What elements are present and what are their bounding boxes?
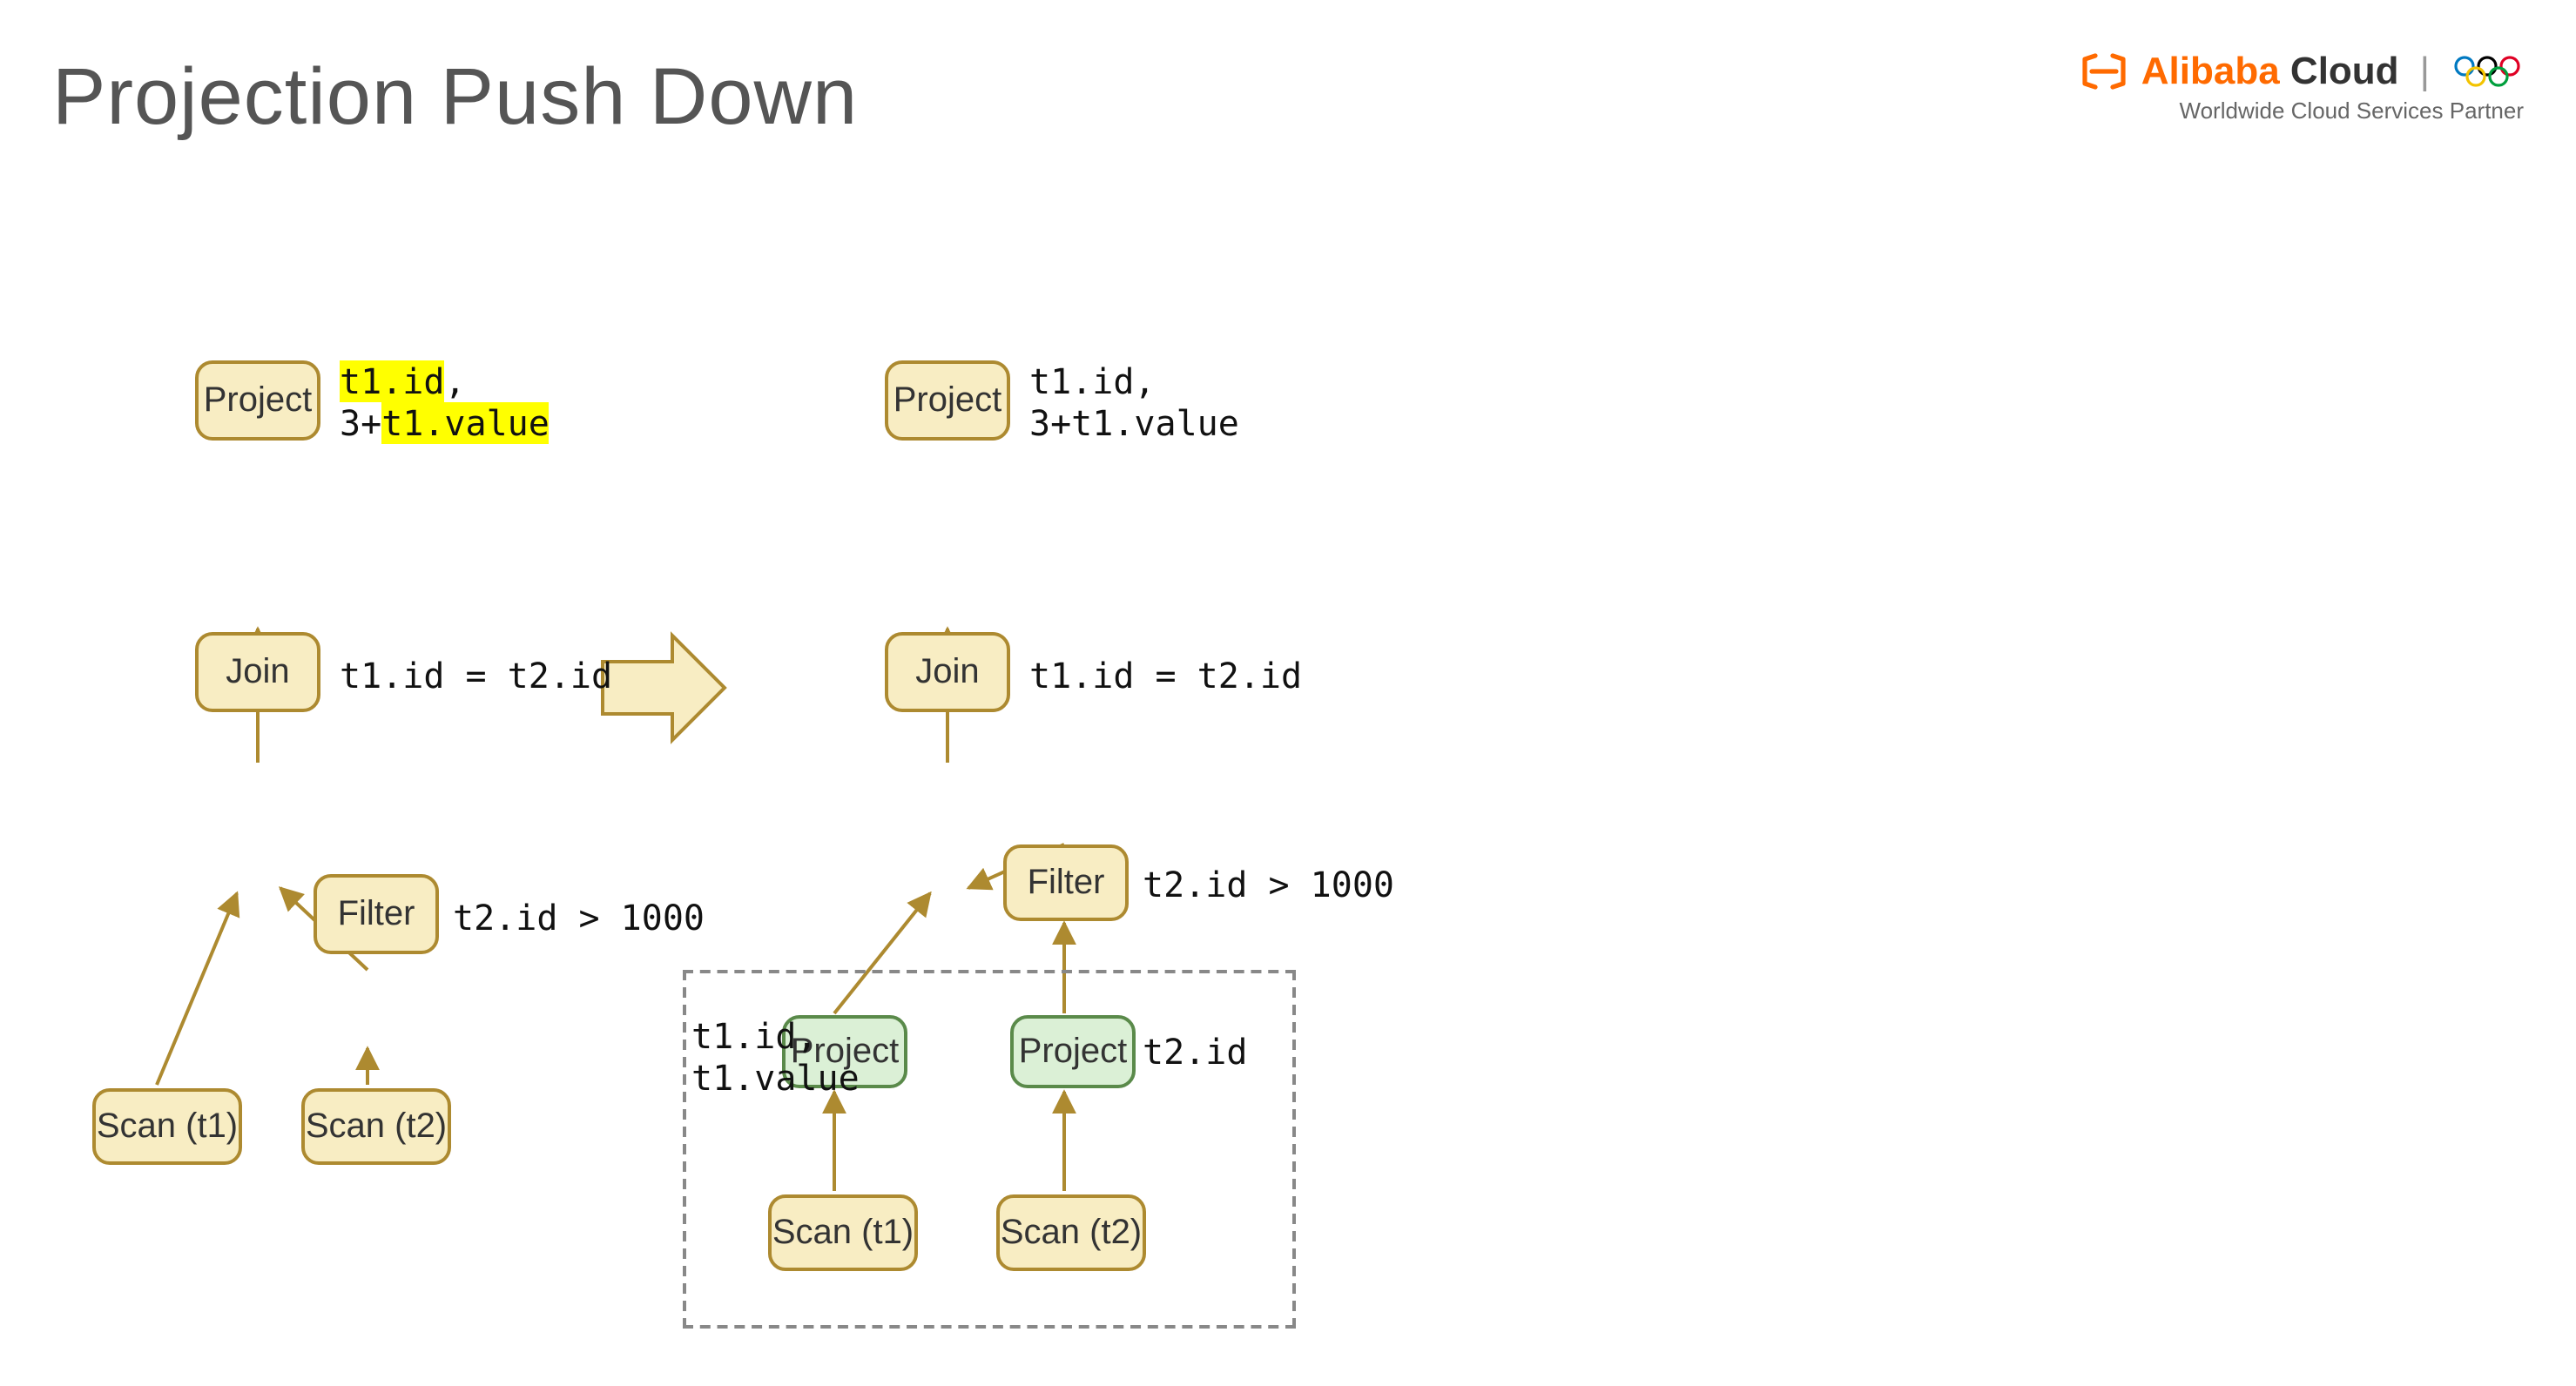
olympic-rings-icon [2451,52,2524,91]
annot-left-filter: t2.id > 1000 [453,897,705,939]
annot-left-project-hl1: t1.id [340,360,444,402]
brand-name: Alibaba Cloud [2141,49,2399,94]
annot-right-project-t2: t2.id [1143,1031,1247,1073]
brand-name-prefix: Alibaba [2141,49,2280,92]
brand-tagline: Worldwide Cloud Services Partner [2082,98,2524,124]
brand-name-suffix: Cloud [2280,49,2399,92]
node-left-scan-t1: Scan (t1) [92,1088,242,1165]
node-right-scan-t2: Scan (t2) [996,1194,1146,1271]
node-right-scan-t1: Scan (t1) [768,1194,918,1271]
node-left-filter: Filter [314,874,439,954]
annot-left-project-l2p: 3+ [340,402,381,444]
edge-left-scant1-to-join [157,893,237,1085]
brand-divider: | [2420,49,2430,94]
node-right-project-t2: Project [1010,1015,1136,1088]
node-right-filter: Filter [1003,844,1129,921]
slide: Projection Push Down Alibaba Cloud | [0,0,2576,1386]
annot-right-join: t1.id = t2.id [1029,655,1302,696]
annot-left-project: t1.id, 3+t1.value [340,360,550,444]
node-right-join: Join [885,632,1010,712]
transition-arrow-icon [603,636,725,740]
node-left-scan-t2: Scan (t2) [301,1088,451,1165]
node-left-project: Project [195,360,320,441]
annot-right-project-t1: t1.id, t1.value [691,1015,860,1099]
slide-title: Projection Push Down [52,49,858,143]
brand-row: Alibaba Cloud | [2082,49,2524,94]
branding-block: Alibaba Cloud | Worldwide Cloud Services… [2082,49,2524,124]
annot-right-filter: t2.id > 1000 [1143,864,1394,905]
annot-left-join: t1.id = t2.id [340,655,612,696]
annot-left-project-hl2: t1.value [381,402,550,444]
node-left-join: Join [195,632,320,712]
alibaba-logo-icon [2082,52,2128,91]
node-right-project: Project [885,360,1010,441]
annot-right-project: t1.id, 3+t1.value [1029,360,1239,444]
